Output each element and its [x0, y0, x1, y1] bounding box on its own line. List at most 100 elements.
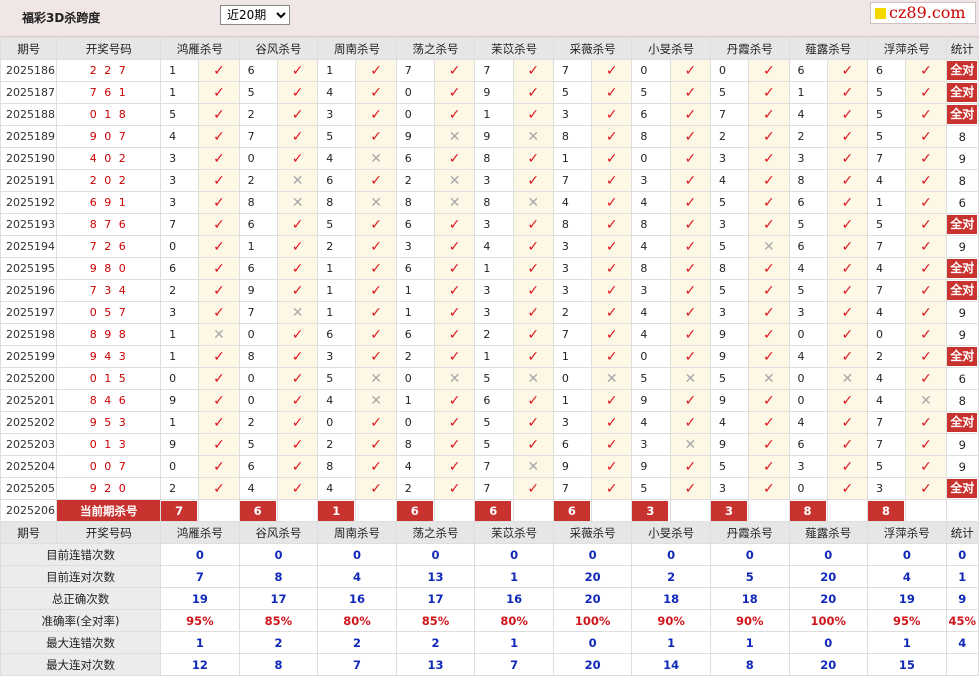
winning-number-cell: 8 7 6: [56, 213, 162, 236]
result-cell: ✓: [198, 81, 240, 104]
cross-icon: ✕: [527, 370, 540, 387]
result-cell: ✓: [276, 103, 319, 126]
kill-number-cell: 5: [867, 125, 907, 148]
check-icon: ✓: [762, 106, 775, 123]
check-icon: ✓: [370, 326, 382, 343]
result-cell: ✓: [355, 81, 397, 104]
result-cell: ✓: [826, 389, 869, 412]
kill-number-cell: 3: [631, 279, 671, 302]
cross-icon: ✕: [605, 370, 618, 387]
kill-number-cell: 5: [788, 279, 828, 302]
kill-number-cell: 7: [238, 125, 278, 148]
kill-number-cell: 3: [317, 345, 357, 368]
result-cell: ✓: [512, 433, 554, 456]
stats-value: 2: [238, 631, 319, 654]
check-icon: ✓: [527, 84, 540, 101]
kill-number-cell: 9: [631, 389, 671, 412]
result-cell: ✓: [905, 257, 947, 280]
stats-value: 0: [474, 543, 554, 566]
cross-icon: ✕: [762, 238, 775, 255]
result-cell: ✓: [748, 279, 790, 302]
result-cell: ✓: [748, 169, 790, 192]
result-cell: ✓: [591, 59, 633, 82]
kill-number-cell: 0: [631, 147, 671, 170]
result-cell: ✕: [198, 323, 240, 346]
check-icon: ✓: [291, 84, 304, 101]
stats-value: 1: [709, 631, 790, 654]
current-kill-cell: 6: [395, 499, 436, 522]
result-cell: ✓: [276, 147, 319, 170]
period-select[interactable]: 近20期: [220, 5, 290, 25]
all-correct-badge: 全对: [947, 413, 978, 432]
kill-number-cell: 5: [238, 81, 278, 104]
site-logo[interactable]: cz89.com: [870, 2, 976, 24]
kill-number-cell: 9: [709, 323, 750, 346]
kill-number-cell: 2: [474, 323, 514, 346]
period-cell: 2025202: [0, 411, 58, 434]
result-cell: ✕: [434, 169, 476, 192]
winning-number-cell: 0 1 3: [56, 433, 162, 456]
result-cell: ✓: [591, 433, 633, 456]
result-cell: ✓: [198, 411, 240, 434]
stat-cell: 全对: [945, 257, 979, 280]
result-cell: ✓: [748, 257, 790, 280]
table-row: 2025191 2 0 2 3 ✓ 2 ✕ 6 ✓ 2 ✕ 3 ✓ 7 ✓ 3 ✓ 4 ✓ 8 ✓ 4 ✓ 8: [0, 169, 979, 192]
check-icon: ✓: [841, 392, 854, 409]
col-header-period: 期号: [0, 521, 58, 544]
col-header-stat: 统计: [945, 37, 979, 60]
check-icon: ✓: [291, 414, 304, 431]
stat-cell: 8: [945, 125, 979, 148]
result-cell: ✓: [748, 213, 790, 236]
check-icon: ✓: [920, 282, 932, 299]
kill-number-cell: 0: [788, 389, 828, 412]
kill-number-cell: 5: [709, 81, 750, 104]
check-icon: ✓: [370, 128, 382, 145]
stats-value: 17: [395, 587, 476, 610]
kill-number-cell: 8: [395, 433, 436, 456]
kill-number-cell: 4: [317, 389, 357, 412]
kill-number-cell: 1: [160, 323, 200, 346]
stats-total: 9: [945, 587, 979, 610]
check-icon: ✓: [448, 260, 461, 277]
winning-number-cell: 9 8 0: [56, 257, 162, 280]
kill-number-cell: 1: [552, 389, 593, 412]
stats-value: 80%: [474, 609, 554, 632]
check-icon: ✓: [920, 172, 932, 189]
kill-number-cell: 0: [395, 367, 436, 390]
check-icon: ✓: [684, 348, 697, 365]
result-cell: ✓: [512, 301, 554, 324]
check-icon: ✓: [291, 480, 304, 497]
result-cell: ✓: [355, 169, 397, 192]
kill-number-cell: 7: [238, 301, 278, 324]
check-icon: ✓: [920, 414, 932, 431]
result-cell: ✕: [434, 367, 476, 390]
result-cell: ✓: [905, 301, 947, 324]
check-icon: ✓: [213, 106, 225, 123]
stats-value: 90%: [709, 609, 790, 632]
check-icon: ✓: [605, 84, 618, 101]
result-cell: ✓: [669, 169, 711, 192]
cross-icon: ✕: [448, 172, 461, 189]
kill-number-cell: 2: [552, 301, 593, 324]
result-cell: ✕: [276, 169, 319, 192]
result-cell: ✓: [434, 235, 476, 258]
kill-number-cell: 2: [160, 477, 200, 500]
result-cell: ✓: [826, 125, 869, 148]
result-cell: ✓: [355, 477, 397, 500]
kill-number-cell: 6: [238, 59, 278, 82]
result-cell: ✓: [905, 433, 947, 456]
check-icon: ✓: [920, 326, 932, 343]
result-cell: ✓: [748, 477, 790, 500]
kill-number-cell: 0: [552, 367, 593, 390]
result-cell: ✓: [748, 103, 790, 126]
kill-number-cell: 3: [631, 433, 671, 456]
check-icon: ✓: [684, 84, 697, 101]
check-icon: ✓: [527, 414, 540, 431]
cross-icon: ✕: [213, 326, 225, 343]
winning-number-cell: 8 9 8: [56, 323, 162, 346]
stats-label: 准确率(全对率): [0, 609, 162, 632]
kill-number-cell: 6: [317, 169, 357, 192]
check-icon: ✓: [684, 414, 697, 431]
check-icon: ✓: [841, 106, 854, 123]
check-icon: ✓: [684, 194, 697, 211]
